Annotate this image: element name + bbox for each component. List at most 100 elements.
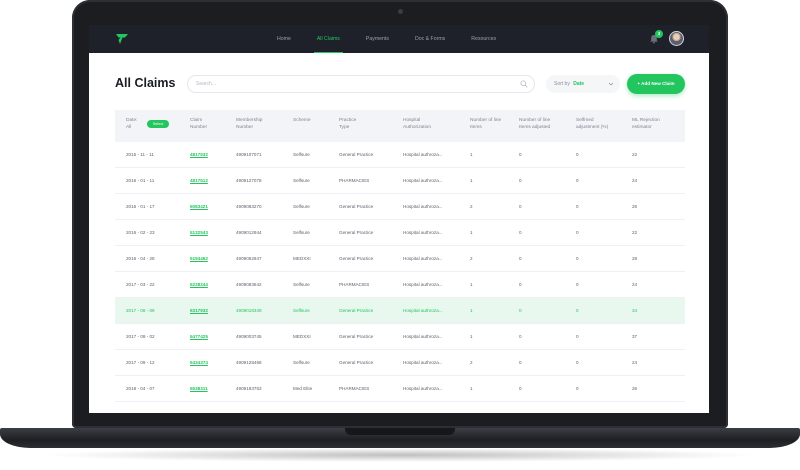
cell-items: 2 <box>470 204 473 209</box>
search-placeholder: Search... <box>196 81 217 87</box>
cell-selfmed: 0 <box>576 334 579 339</box>
nav-item-doc-forms[interactable]: Doc & Forms <box>415 25 445 53</box>
table-row[interactable]: 2016 - 02 - 23 5132543 4909012944 Selfsu… <box>115 220 685 246</box>
cell-adjusted: 0 <box>519 256 522 261</box>
cell-ml: 22 <box>632 230 638 235</box>
cell-practice: General Practice <box>339 204 374 209</box>
cell-claim-link[interactable]: 5538311 <box>190 376 208 401</box>
cell-scheme: Med Elite <box>293 386 313 391</box>
select-button[interactable]: Select <box>147 120 169 128</box>
cell-selfmed: 0 <box>576 386 579 391</box>
sort-dropdown[interactable]: Sort by Date <box>546 75 620 93</box>
cell-membership: 4909062847 <box>236 256 262 261</box>
table-row[interactable]: 2015 - 11 - 11 4817532 4909107071 Selfsu… <box>115 142 685 168</box>
cell-hospital: Hospital authroza... <box>403 152 443 157</box>
table-row[interactable]: 2017 - 08 - 02 5477425 4909003745 MEDXXI… <box>115 324 685 350</box>
cell-adjusted: 0 <box>519 178 522 183</box>
table-row[interactable]: 2017 - 03 - 22 5228244 4909083642 Selfsu… <box>115 272 685 298</box>
laptop-notch <box>345 428 455 435</box>
cell-date: 2016 - 02 - 23 <box>126 230 155 235</box>
cell-claim-link[interactable]: 5228244 <box>190 272 208 297</box>
cell-ml: 26 <box>632 386 638 391</box>
logo-icon[interactable] <box>115 33 129 45</box>
avatar[interactable] <box>669 31 684 46</box>
page-title: All Claims <box>115 76 176 90</box>
nav-menu: Home All Claims Payments Doc & Forms Res… <box>277 25 522 53</box>
table-header: Date: All Select Claim Number Membership Nu… <box>115 110 685 142</box>
cell-claim-link[interactable]: 5132543 <box>190 220 208 245</box>
header-hospital-authorization: Hospital Authorization <box>403 118 431 130</box>
table-row-selected[interactable]: 2017 - 08 - 09 5317932 4909018349 Selfsu… <box>115 298 685 324</box>
header-practice-type: Practice Type <box>339 118 357 130</box>
nav-item-resources[interactable]: Resources <box>471 25 496 53</box>
cell-practice: PHARMACIES <box>339 282 370 287</box>
add-new-claim-button[interactable]: + Add New Claim <box>627 74 685 94</box>
cell-date: 2016 - 01 - 11 <box>126 178 155 183</box>
cell-scheme: MEDXXI <box>293 256 311 261</box>
cell-hospital: Hospital authroza... <box>403 360 443 365</box>
header-membership-number: Membership Number <box>236 118 263 130</box>
table-row[interactable]: 2016 - 04 - 28 5194462 4909062847 MEDXXI… <box>115 246 685 272</box>
cell-date: 2015 - 11 - 11 <box>126 152 154 157</box>
cell-adjusted: 0 <box>519 386 522 391</box>
cell-hospital: Hospital authroza... <box>403 386 443 391</box>
cell-scheme: Selfsure <box>293 204 310 209</box>
header-claim-number: Claim Number <box>190 118 208 130</box>
cell-scheme: Selfsure <box>293 282 310 287</box>
nav-item-home[interactable]: Home <box>277 25 291 53</box>
cell-selfmed: 0 <box>576 178 579 183</box>
laptop-shadow <box>40 448 760 462</box>
table-row[interactable]: 2016 - 01 - 17 5083421 4909083270 Selfsu… <box>115 194 685 220</box>
cell-adjusted: 0 <box>519 308 522 313</box>
cell-date: 2017 - 03 - 22 <box>126 282 155 287</box>
cell-hospital: Hospital authroza... <box>403 334 443 339</box>
cell-claim-link[interactable]: 5083421 <box>190 194 208 219</box>
cell-claim-link[interactable]: 5434374 <box>190 350 208 375</box>
header-date[interactable]: Date: All <box>126 117 137 131</box>
cell-claim-link[interactable]: 5477425 <box>190 324 208 349</box>
cell-membership: 4909018349 <box>236 308 262 313</box>
nav-item-payments[interactable]: Payments <box>366 25 389 53</box>
sort-label: Sort by <box>554 81 570 87</box>
cell-selfmed: 0 <box>576 204 579 209</box>
cell-membership: 4909127078 <box>236 178 262 183</box>
cell-practice: PHARMACIES <box>339 386 370 391</box>
cell-claim-link[interactable]: 5317932 <box>190 298 208 323</box>
camera <box>398 9 403 14</box>
cell-ml: 24 <box>632 178 638 183</box>
cell-hospital: Hospital authroza... <box>403 308 443 313</box>
cell-membership: 4909083270 <box>236 204 262 209</box>
cell-scheme: Selfsure <box>293 308 310 313</box>
cell-selfmed: 0 <box>576 230 579 235</box>
cell-hospital: Hospital authroza... <box>403 282 443 287</box>
cell-membership: 4909107071 <box>236 152 262 157</box>
nav-item-all-claims[interactable]: All Claims <box>313 25 343 53</box>
table-row[interactable]: 2017 - 09 - 12 5434374 4909128468 Selfsu… <box>115 350 685 376</box>
cell-claim-link[interactable]: 4817512 <box>190 168 208 193</box>
header-selfmed-adjustment: Selfmed adjustment (%) <box>576 118 609 130</box>
cell-items: 1 <box>470 308 473 313</box>
cell-scheme: Selfsure <box>293 152 310 157</box>
cell-claim-link[interactable]: 4817532 <box>190 142 208 167</box>
cell-selfmed: 0 <box>576 282 579 287</box>
cell-practice: General Practice <box>339 334 374 339</box>
cell-ml: 24 <box>632 282 638 287</box>
cell-selfmed: 0 <box>576 308 579 313</box>
cell-items: 1 <box>470 334 473 339</box>
cell-practice: General Practice <box>339 308 374 313</box>
cell-items: 1 <box>470 178 473 183</box>
cell-claim-link[interactable]: 5194462 <box>190 246 208 271</box>
search-icon[interactable] <box>520 80 528 88</box>
search-input[interactable]: Search... <box>187 75 535 93</box>
cell-adjusted: 0 <box>519 230 522 235</box>
cell-date: 2017 - 08 - 02 <box>126 334 155 339</box>
cell-membership: 4909012944 <box>236 230 262 235</box>
notification-badge: 3 <box>655 30 663 38</box>
cell-scheme: Selfsure <box>293 360 310 365</box>
cell-date: 2017 - 08 - 09 <box>126 308 155 313</box>
cell-practice: General Practice <box>339 360 374 365</box>
table-row[interactable]: 2016 - 01 - 11 4817512 4909127078 Selfsu… <box>115 168 685 194</box>
cell-practice: General Practice <box>339 152 374 157</box>
cell-hospital: Hospital authroza... <box>403 204 443 209</box>
table-row[interactable]: 2018 - 04 - 07 5538311 4909193763 Med El… <box>115 376 685 402</box>
